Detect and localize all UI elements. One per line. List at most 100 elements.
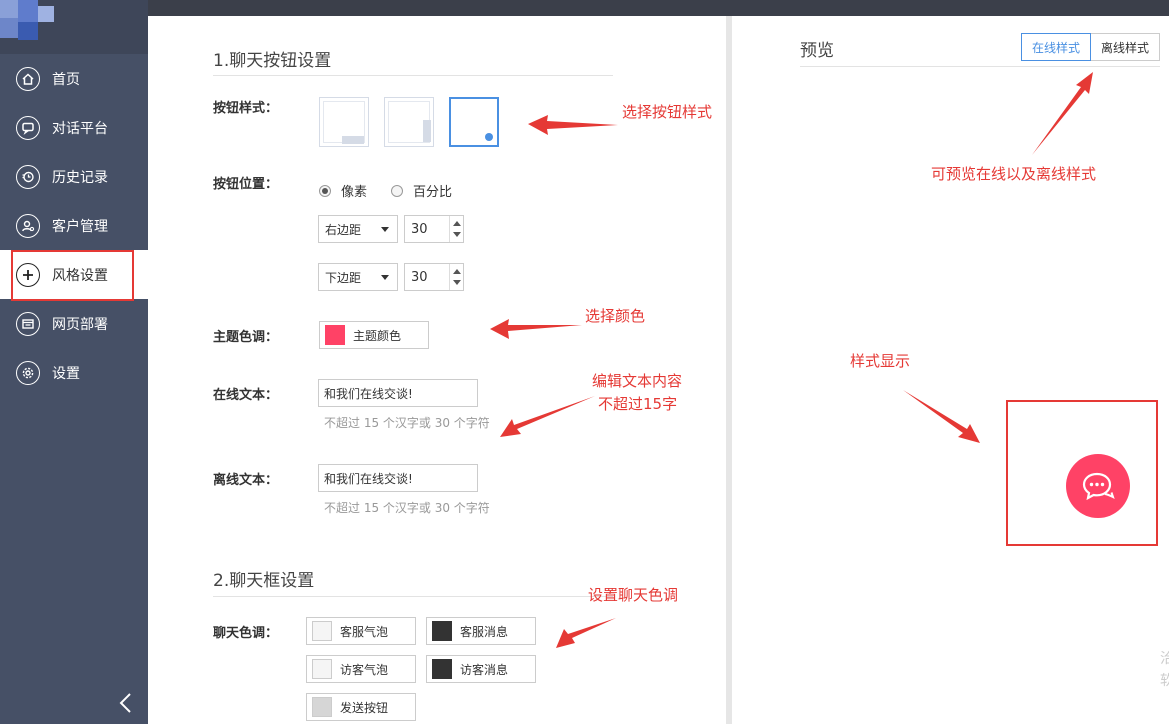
- logo-area: [0, 0, 148, 54]
- theme-color-swatch: [325, 325, 345, 345]
- button-style-option-1[interactable]: [319, 97, 369, 147]
- section-divider: [213, 596, 613, 597]
- sidebar-item-label: 历史记录: [52, 169, 108, 186]
- theme-color-button-label: 主题颜色: [353, 328, 402, 343]
- stepper-up-icon[interactable]: [453, 269, 461, 274]
- style-option-mark: [342, 136, 364, 144]
- stepper-down-icon[interactable]: [453, 232, 461, 237]
- annotation-frame-active-nav: [11, 250, 134, 301]
- sidebar-item-history[interactable]: 历史记录: [0, 152, 148, 201]
- edge-watermark-text: 洽软: [1160, 651, 1169, 689]
- online-text-hint: 不超过 15 个汉字或 30 个字符: [324, 416, 490, 430]
- preview-divider: [800, 66, 1160, 67]
- agent-message-color-button[interactable]: 客服消息: [426, 617, 536, 645]
- radio-dot: [391, 184, 403, 197]
- send-button-color-button[interactable]: 发送按钮: [306, 693, 416, 721]
- tab-offline-style[interactable]: 离线样式: [1091, 33, 1161, 61]
- chat-color-button-label: 访客气泡: [340, 662, 389, 677]
- color-swatch: [312, 697, 332, 717]
- preview-panel: 预览 在线样式 离线样式: [732, 16, 1169, 724]
- bottom-margin-select-value: 下边距: [325, 270, 362, 285]
- section-title-chat-button: 1.聊天按钮设置: [213, 51, 332, 71]
- annotation-style-display: 样式显示: [850, 352, 911, 370]
- chat-color-label: 聊天色调：: [213, 626, 279, 641]
- radio-pixel-label: 像素: [341, 185, 368, 200]
- theme-color-button[interactable]: 主题颜色: [319, 321, 429, 349]
- annotation-text-line2: 不超过15字: [598, 395, 678, 413]
- preview-title: 预览: [800, 41, 834, 61]
- stepper-up-icon[interactable]: [453, 221, 461, 226]
- logo: [0, 0, 56, 46]
- right-margin-value: 30: [411, 221, 428, 237]
- bottom-margin-stepper[interactable]: 30: [404, 263, 464, 291]
- right-margin-select-value: 右边距: [325, 222, 362, 237]
- chevron-down-icon: [381, 275, 389, 280]
- sidebar-item-customers[interactable]: 客户管理: [0, 201, 148, 250]
- right-margin-stepper[interactable]: 30: [404, 215, 464, 243]
- customer-icon: [16, 213, 40, 238]
- color-swatch: [432, 659, 452, 679]
- history-icon: [16, 164, 40, 189]
- button-position-label: 按钮位置：: [213, 177, 279, 192]
- sidebar-item-chat-platform[interactable]: 对话平台: [0, 103, 148, 152]
- stepper-down-icon[interactable]: [453, 280, 461, 285]
- preview-tabs: 在线样式 离线样式: [1021, 33, 1161, 61]
- bottom-margin-select[interactable]: 下边距: [318, 263, 398, 291]
- annotation-chat-color: 设置聊天色调: [588, 586, 679, 604]
- button-style-label: 按钮样式：: [213, 101, 279, 116]
- right-margin-select[interactable]: 右边距: [318, 215, 398, 243]
- sidebar: 首页 对话平台 历史记录 客户管理 风格设置 网页部署 设置: [0, 0, 148, 724]
- sidebar-item-label: 设置: [52, 365, 80, 382]
- sidebar-nav: 首页 对话平台 历史记录 客户管理 风格设置 网页部署 设置: [0, 54, 148, 397]
- deploy-icon: [16, 311, 40, 336]
- sidebar-item-home[interactable]: 首页: [0, 54, 148, 103]
- window-top-bar: [0, 0, 1169, 16]
- offline-text-value: 和我们在线交谈!: [324, 471, 413, 486]
- theme-color-label: 主题色调：: [213, 330, 279, 345]
- sidebar-item-label: 网页部署: [52, 316, 108, 333]
- radio-pixel[interactable]: 像素: [319, 181, 367, 200]
- chat-color-button-label: 访客消息: [460, 662, 509, 677]
- visitor-message-color-button[interactable]: 访客消息: [426, 655, 536, 683]
- offline-text-label: 离线文本：: [213, 473, 279, 488]
- style-option-dot: [485, 133, 493, 141]
- visitor-bubble-color-button[interactable]: 访客气泡: [306, 655, 416, 683]
- stepper-arrows[interactable]: [449, 264, 463, 290]
- stepper-arrows[interactable]: [449, 216, 463, 242]
- online-text-value: 和我们在线交谈!: [324, 386, 413, 401]
- tab-online-style[interactable]: 在线样式: [1021, 33, 1092, 61]
- color-swatch: [312, 659, 332, 679]
- bottom-margin-value: 30: [411, 269, 428, 285]
- annotation-text-line1: 编辑文本内容: [592, 372, 683, 390]
- sidebar-item-label: 首页: [52, 71, 80, 88]
- sidebar-item-label: 客户管理: [52, 218, 108, 235]
- online-text-input[interactable]: 和我们在线交谈!: [318, 379, 478, 407]
- agent-bubble-color-button[interactable]: 客服气泡: [306, 617, 416, 645]
- chevron-down-icon: [381, 227, 389, 232]
- offline-text-hint: 不超过 15 个汉字或 30 个字符: [324, 501, 490, 515]
- chat-bubble-icon: [1082, 472, 1115, 501]
- offline-text-input[interactable]: 和我们在线交谈!: [318, 464, 478, 492]
- chat-color-button-label: 发送按钮: [340, 700, 389, 715]
- collapse-sidebar-icon[interactable]: [117, 692, 135, 714]
- sidebar-item-settings[interactable]: 设置: [0, 348, 148, 397]
- chat-launcher-preview[interactable]: [1066, 454, 1130, 518]
- home-icon: [16, 66, 40, 91]
- section-title-chat-box: 2.聊天框设置: [213, 571, 315, 591]
- section-divider: [213, 75, 613, 76]
- color-swatch: [312, 621, 332, 641]
- color-swatch: [432, 621, 452, 641]
- annotation-button-style: 选择按钮样式: [622, 103, 713, 121]
- sidebar-item-deploy[interactable]: 网页部署: [0, 299, 148, 348]
- button-style-option-2[interactable]: [384, 97, 434, 147]
- radio-dot: [319, 184, 331, 197]
- button-style-option-3[interactable]: [449, 97, 499, 147]
- annotation-color: 选择颜色: [585, 307, 646, 325]
- sidebar-item-label: 对话平台: [52, 120, 108, 137]
- annotation-preview-tabs: 可预览在线以及离线样式: [931, 165, 1097, 183]
- chat-icon: [16, 115, 40, 140]
- radio-percent[interactable]: 百分比: [391, 181, 452, 200]
- style-option-mark: [423, 120, 431, 142]
- online-text-label: 在线文本：: [213, 388, 279, 403]
- chat-color-button-label: 客服消息: [460, 624, 509, 639]
